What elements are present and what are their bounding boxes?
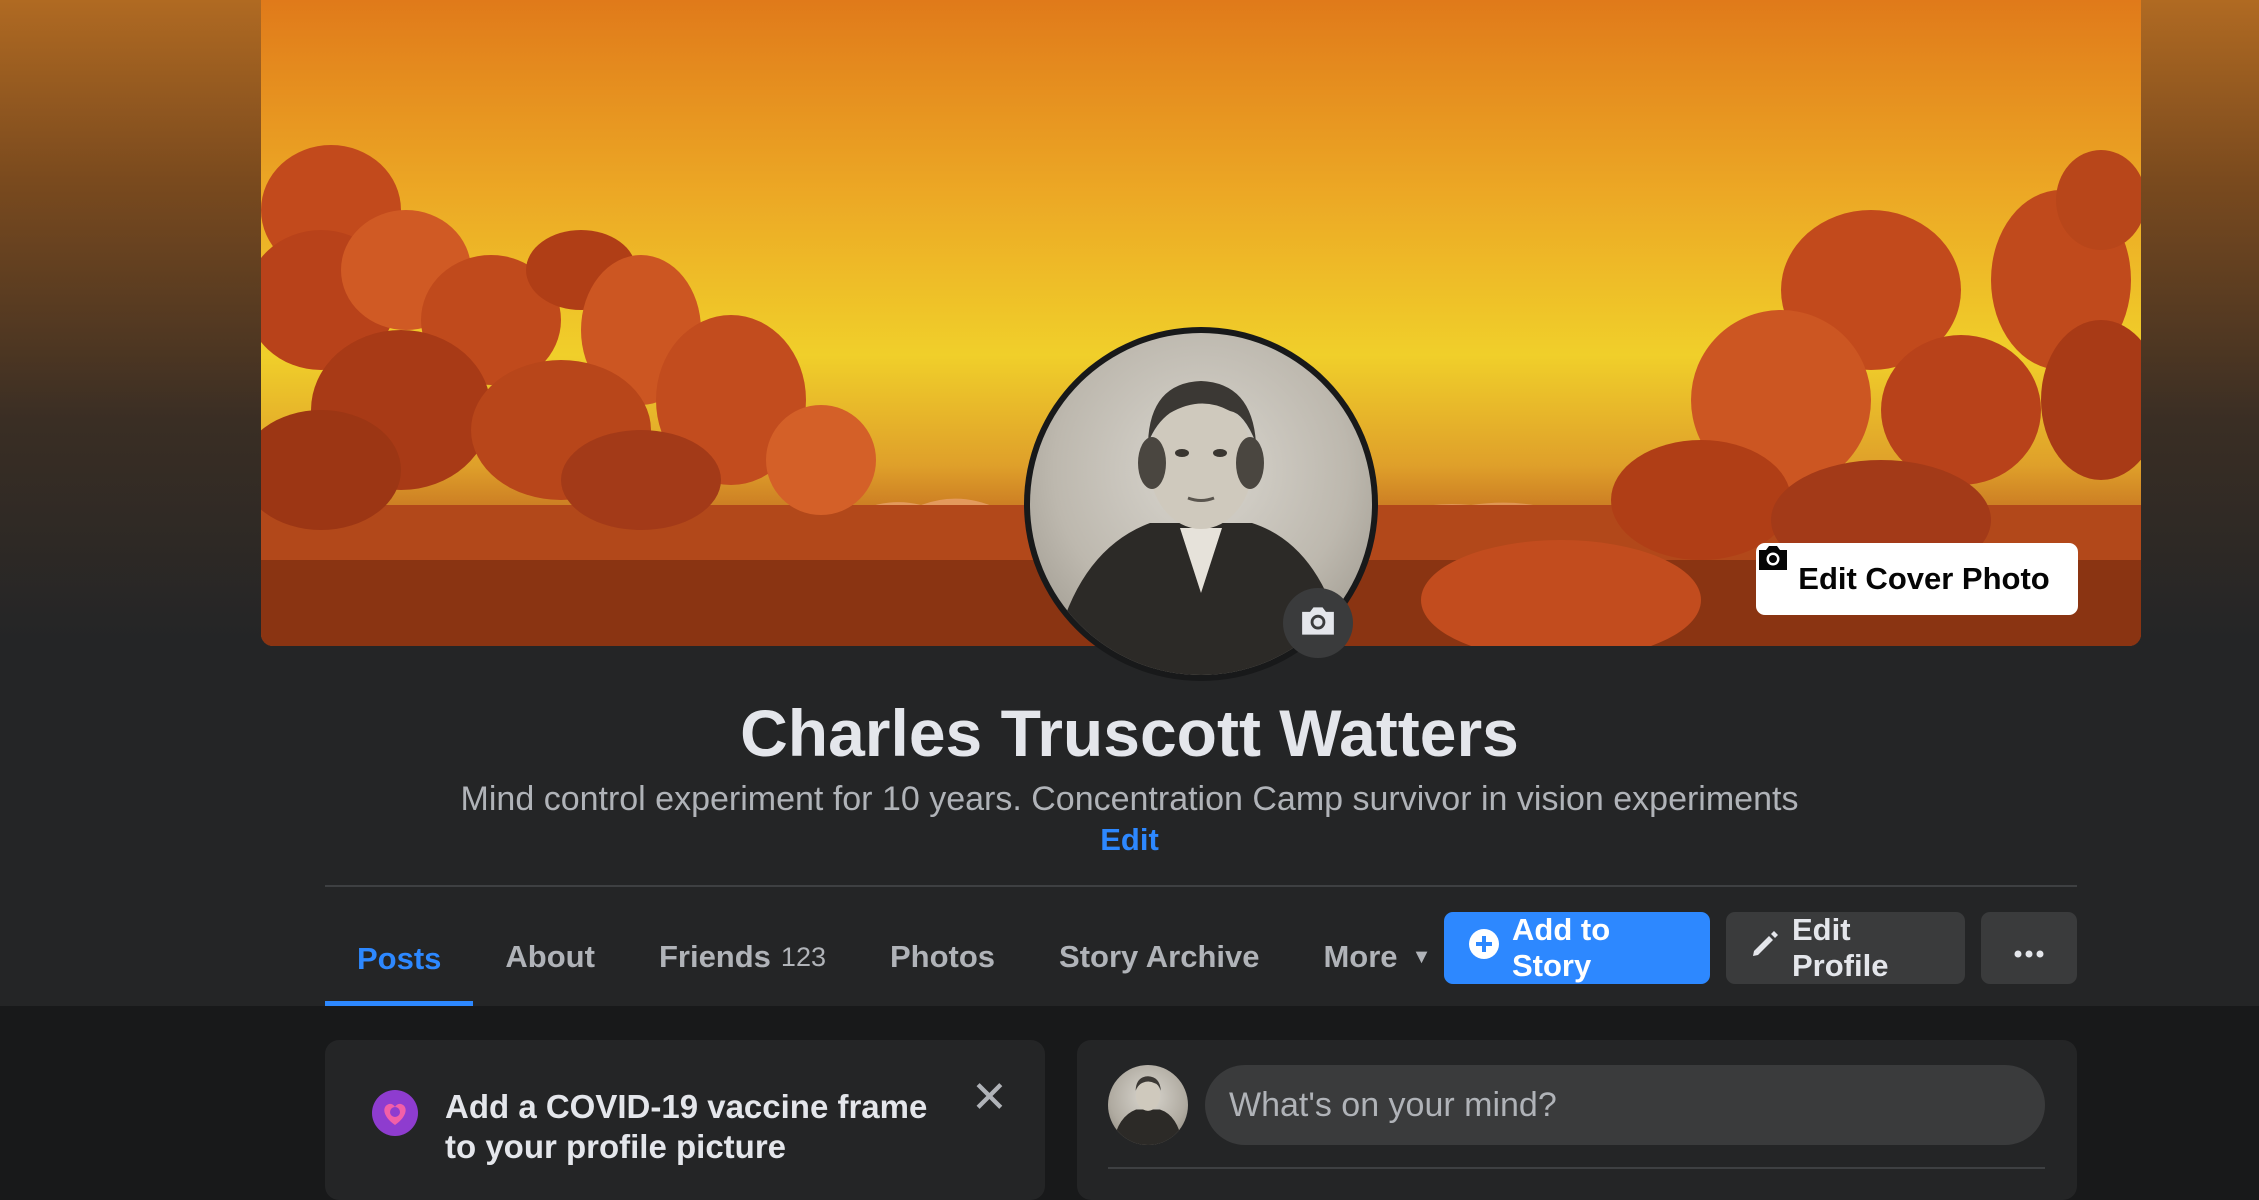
tab-story-archive[interactable]: Story Archive [1027,912,1291,1002]
add-to-story-button[interactable]: Add to Story [1444,912,1710,984]
avatar[interactable] [1108,1065,1188,1145]
tab-posts-label: Posts [357,940,442,976]
edit-cover-photo-label: Edit Cover Photo [1798,561,2050,596]
tab-photos-label: Photos [889,939,996,974]
tab-about[interactable]: About [473,912,627,1002]
camera-icon [1298,604,1338,643]
tab-photos[interactable]: Photos [858,912,1027,1002]
composer-divider [1108,1167,2045,1169]
add-to-story-label: Add to Story [1512,912,1611,983]
tab-more[interactable]: More ▼ [1291,912,1463,1002]
pencil-icon [1750,929,1780,967]
heart-frame-icon [370,1088,420,1143]
post-composer: What's on your mind? [1077,1040,2077,1200]
edit-bio-label[interactable]: Edit [1100,822,1159,857]
profile-tabs: Posts About Friends 123 Photos Story Arc… [325,912,1463,1006]
plus-circle-icon [1468,928,1500,968]
covid-frame-text: Add a COVID-19 vaccine frame to your pro… [445,1088,928,1165]
whats-on-your-mind-input[interactable]: What's on your mind? [1205,1065,2045,1145]
tab-friends-label: Friends [658,939,771,974]
profile-actions: Add to Story Edit Profile [1444,912,2077,984]
tab-about-label: About [505,939,595,974]
update-profile-picture-button[interactable] [1283,588,1353,658]
header-divider [325,885,2077,887]
close-icon[interactable]: ✕ [971,1076,1008,1120]
tab-posts[interactable]: Posts [325,912,474,1006]
edit-profile-button[interactable]: Edit Profile [1726,912,1965,984]
edit-profile-label: Edit Profile [1792,912,1889,983]
edit-bio-link[interactable]: Edit [0,822,2259,858]
tab-story-archive-label: Story Archive [1059,939,1260,974]
tab-friends[interactable]: Friends 123 [627,912,858,1002]
profile-bio: Mind control experiment for 10 years. Co… [460,780,1799,818]
ellipsis-icon [2014,930,2044,966]
composer-placeholder: What's on your mind? [1229,1085,1557,1124]
more-options-button[interactable] [1981,912,2077,984]
profile-name: Charles Truscott Watters [740,696,1519,770]
tab-more-label: More [1323,939,1398,974]
covid-frame-card[interactable]: Add a COVID-19 vaccine frame to your pro… [325,1040,1045,1200]
friends-count: 123 [780,941,826,972]
edit-cover-photo-button[interactable]: Edit Cover Photo [1756,543,2078,615]
caret-down-icon: ▼ [1411,945,1432,968]
